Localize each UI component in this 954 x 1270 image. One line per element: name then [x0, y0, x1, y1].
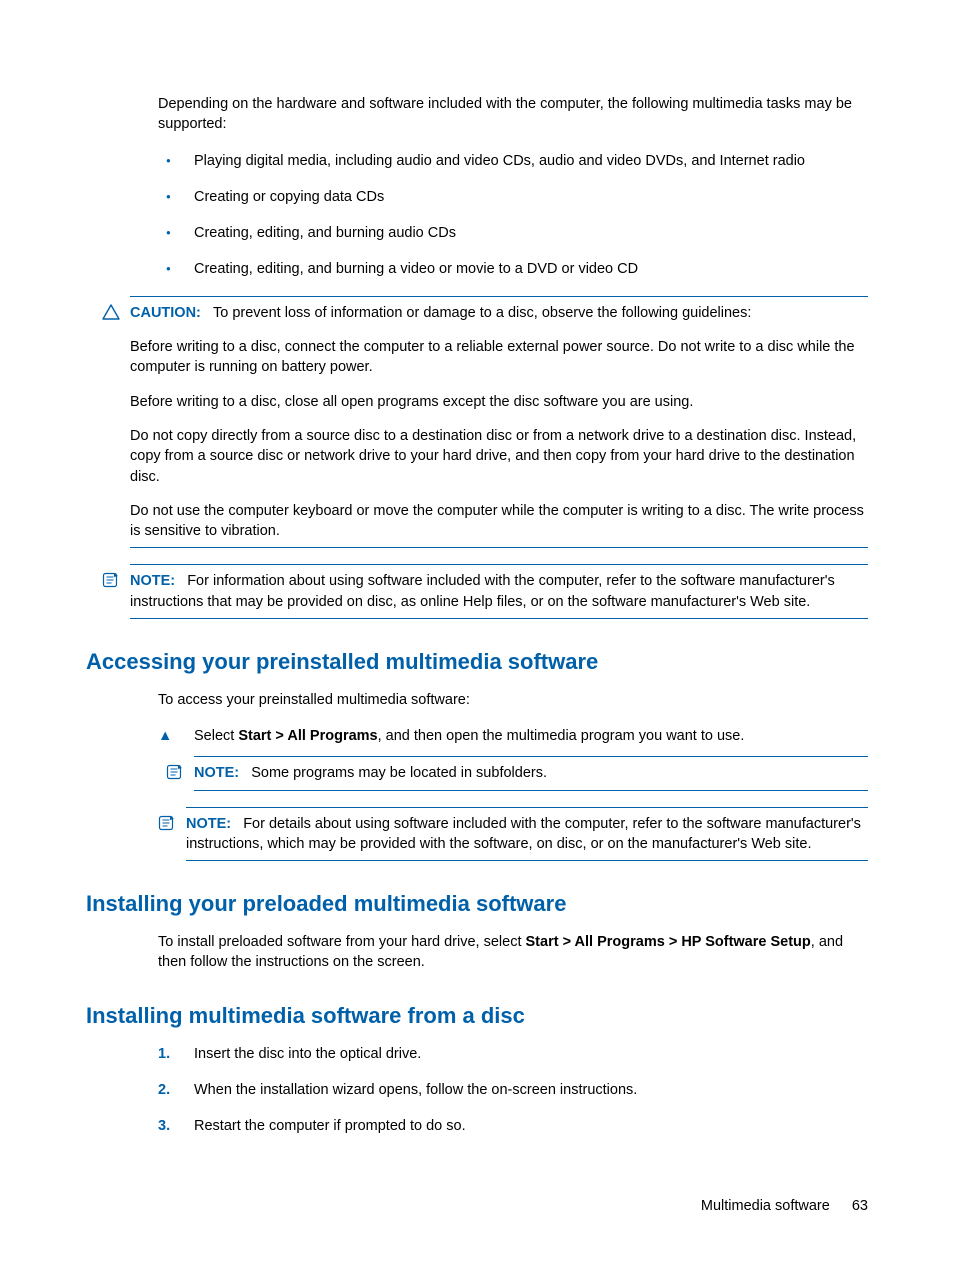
step-marker-icon: ▲ — [158, 726, 172, 746]
caution-para: Do not copy directly from a source disc … — [130, 426, 868, 487]
list-item: Creating or copying data CDs — [158, 187, 868, 207]
page-number: 63 — [852, 1198, 868, 1214]
caution-para: Do not use the computer keyboard or move… — [130, 501, 868, 542]
note-text: For details about using software include… — [186, 816, 861, 852]
list-item: 3.Restart the computer if prompted to do… — [158, 1116, 868, 1136]
caution-lead: CAUTION: To prevent loss of information … — [130, 303, 868, 323]
note-paragraph: NOTE: Some programs may be located in su… — [194, 763, 868, 783]
caution-icon — [102, 304, 120, 320]
step-text: Select Start > All Programs, and then op… — [194, 728, 744, 744]
section-body: To install preloaded software from your … — [158, 932, 868, 973]
note-callout: NOTE: Some programs may be located in su… — [194, 756, 868, 790]
list-item: 1.Insert the disc into the optical drive… — [158, 1044, 868, 1064]
section-body: To access your preinstalled multimedia s… — [158, 690, 868, 791]
step-number: 3. — [158, 1116, 170, 1136]
list-item: Creating, editing, and burning audio CDs — [158, 223, 868, 243]
ui-path: Start > All Programs > HP Software Setup — [526, 934, 811, 950]
task-list: Playing digital media, including audio a… — [158, 151, 868, 280]
document-page: Depending on the hardware and software i… — [0, 0, 954, 1270]
note-paragraph: NOTE: For details about using software i… — [186, 814, 868, 855]
heading-installing-disc: Installing multimedia software from a di… — [86, 1001, 868, 1032]
note-callout: NOTE: For information about using softwa… — [130, 564, 868, 619]
note-label: NOTE: — [130, 573, 175, 589]
list-item: Creating, editing, and burning a video o… — [158, 259, 868, 279]
intro-block: Depending on the hardware and software i… — [158, 94, 868, 280]
note-label: NOTE: — [186, 816, 231, 832]
page-footer: Multimedia software 63 — [701, 1196, 868, 1216]
caution-lead-text: To prevent loss of information or damage… — [213, 305, 751, 321]
note-label: NOTE: — [194, 765, 239, 781]
caution-para: Before writing to a disc, connect the co… — [130, 337, 868, 378]
step-number: 1. — [158, 1044, 170, 1064]
section-body: 1.Insert the disc into the optical drive… — [158, 1044, 868, 1137]
section-intro: To access your preinstalled multimedia s… — [158, 690, 868, 710]
note-callout: NOTE: For details about using software i… — [186, 807, 868, 862]
note-paragraph: NOTE: For information about using softwa… — [130, 571, 868, 612]
heading-installing-preloaded: Installing your preloaded multimedia sof… — [86, 889, 868, 920]
note-text: For information about using software inc… — [130, 573, 835, 609]
footer-title: Multimedia software — [701, 1198, 830, 1214]
section-paragraph: To install preloaded software from your … — [158, 932, 868, 973]
caution-label: CAUTION: — [130, 305, 201, 321]
note-icon — [102, 572, 120, 588]
heading-accessing: Accessing your preinstalled multimedia s… — [86, 647, 868, 678]
note-text: Some programs may be located in subfolde… — [251, 765, 547, 781]
note-icon — [158, 815, 176, 831]
list-item: 2.When the installation wizard opens, fo… — [158, 1080, 868, 1100]
list-item: Playing digital media, including audio a… — [158, 151, 868, 171]
step-number: 2. — [158, 1080, 170, 1100]
intro-paragraph: Depending on the hardware and software i… — [158, 94, 868, 135]
caution-callout: CAUTION: To prevent loss of information … — [130, 296, 868, 549]
note-icon — [166, 764, 184, 780]
procedure-step: ▲ Select Start > All Programs, and then … — [158, 726, 868, 746]
caution-para: Before writing to a disc, close all open… — [130, 392, 868, 412]
ui-path: Start > All Programs — [238, 728, 377, 744]
install-steps: 1.Insert the disc into the optical drive… — [158, 1044, 868, 1137]
